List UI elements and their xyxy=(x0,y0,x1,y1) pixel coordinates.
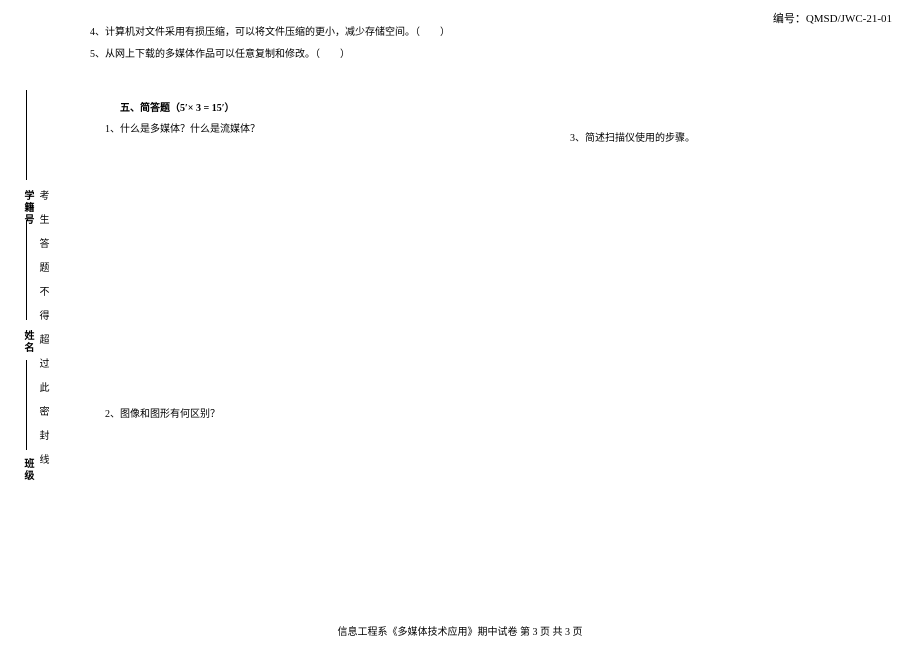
underline-class xyxy=(26,360,27,450)
section-5-title: 五、简答题（5′× 3 = 15′） xyxy=(120,99,892,114)
section-5-q3: 3、简述扫描仪使用的步骤。 xyxy=(570,129,695,144)
underline-student-id xyxy=(26,90,27,180)
seal-line-container: 考生答题不得超过此密封线 xyxy=(35,60,65,594)
section-5-q1: 1、什么是多媒体？什么是流媒体？ xyxy=(105,120,892,135)
question-5: 5、从网上下载的多媒体作品可以任意复制和修改。（ ） xyxy=(90,47,892,63)
label-student-id: 学籍号 xyxy=(20,190,35,226)
label-name: 姓名 xyxy=(20,330,35,354)
label-class: 班级 xyxy=(20,458,35,482)
document-code: 编号：QMSD/JWC-21-01 xyxy=(773,10,892,26)
underline-name xyxy=(26,220,27,320)
main-content: 4、计算机对文件采用有损压缩，可以将文件压缩的更小，减少存储空间。（ ） 5、从… xyxy=(90,25,892,614)
question-4: 4、计算机对文件采用有损压缩，可以将文件压缩的更小，减少存储空间。（ ） xyxy=(90,25,892,41)
seal-line-text: 考生答题不得超过此密封线 xyxy=(35,190,50,478)
page-footer: 信息工程系《多媒体技术应用》期中试卷 第 3 页 共 3 页 xyxy=(0,623,920,638)
section-5-q2: 2、图像和图形有何区别？ xyxy=(105,405,220,420)
